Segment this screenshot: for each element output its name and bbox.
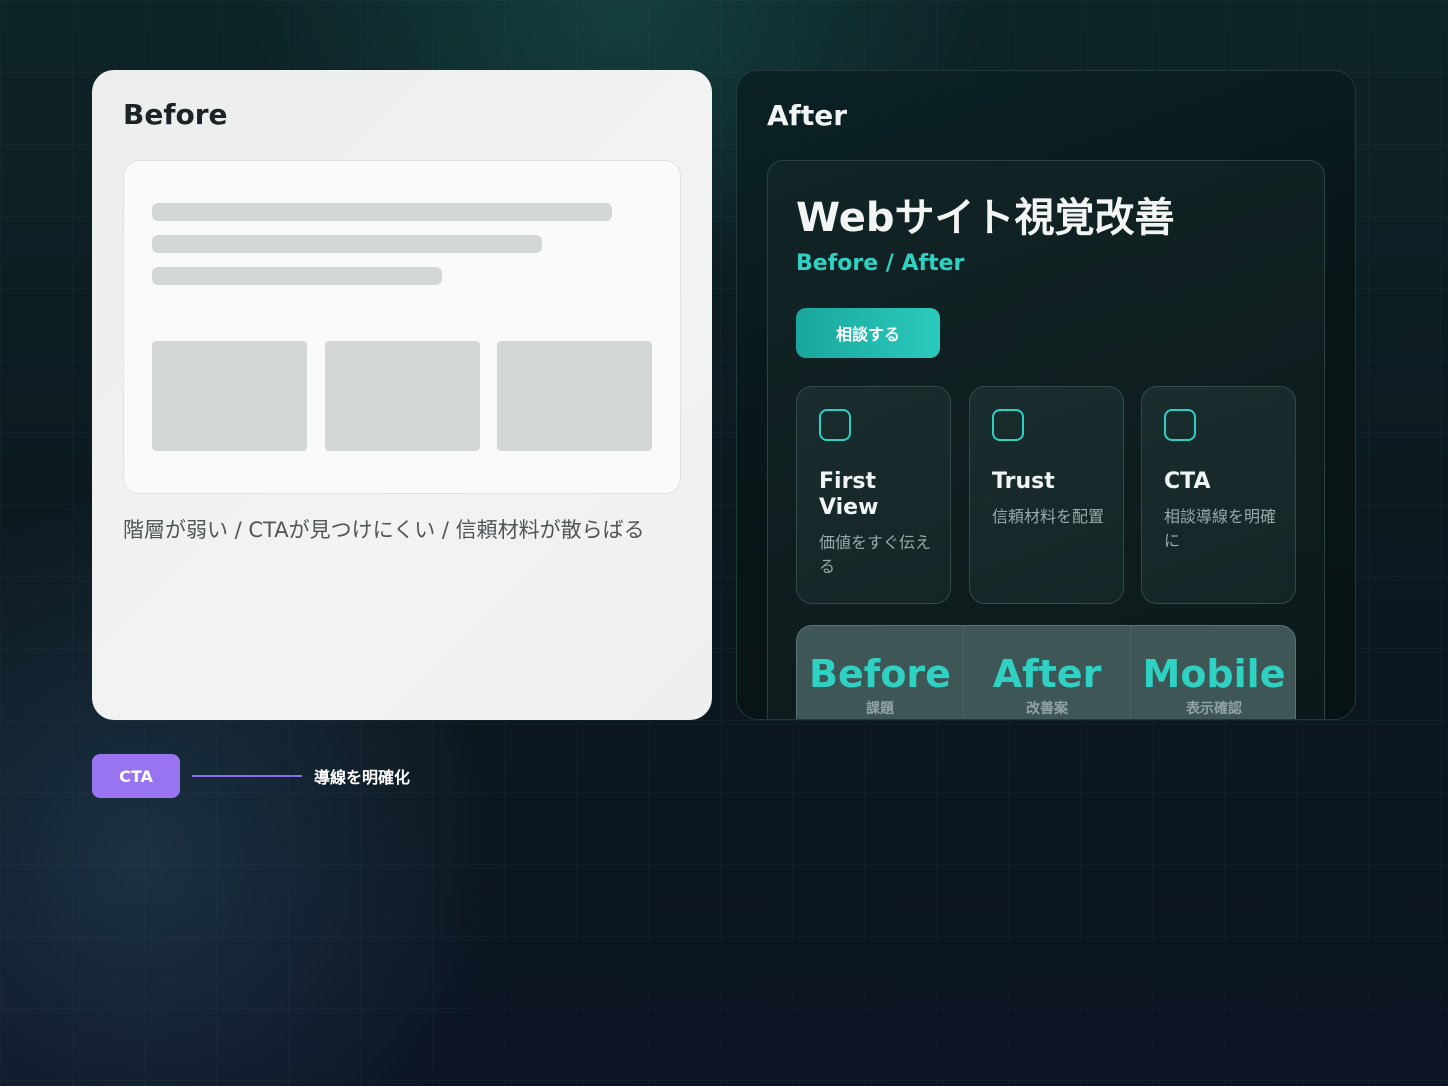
square-outline-icon (992, 409, 1024, 441)
feature-card-first-view[interactable]: First View 価値をすぐ伝える (796, 386, 951, 604)
hero-title: Webサイト視覚改善 (796, 195, 1175, 241)
annotation-label: 導線を明確化 (314, 768, 411, 787)
hero-subtitle: Before / After (796, 251, 965, 276)
skeleton-block (325, 341, 480, 451)
feature-card-description: 相談導線を明確に (1164, 507, 1277, 550)
skeleton-line (152, 235, 542, 253)
after-page-mockup: Webサイト視覚改善 Before / After 相談する First Vie… (767, 160, 1325, 719)
skeleton-block (152, 341, 307, 451)
after-panel: After Webサイト視覚改善 Before / After 相談する Fir… (736, 70, 1356, 720)
square-outline-icon (819, 409, 851, 441)
skeleton-line (152, 203, 612, 221)
feature-card-title: First View (819, 469, 879, 520)
stat-value: After (992, 652, 1102, 696)
cta-annotation-badge: CTA (92, 754, 180, 798)
square-outline-icon (1164, 409, 1196, 441)
skeleton-block (497, 341, 652, 451)
skeleton-line (152, 267, 442, 285)
before-panel-title: Before (123, 98, 228, 131)
stats-bar: Before 課題 After 改善案 Mobile 表示確認 (796, 625, 1296, 719)
stat-label: 表示確認 (1186, 701, 1242, 717)
feature-card-title: Trust (992, 469, 1055, 494)
stat-label: 改善案 (1026, 701, 1068, 717)
stat-before: Before 課題 (797, 626, 963, 719)
annotation-connector-line (192, 775, 302, 777)
consult-cta-button[interactable]: 相談する (796, 308, 940, 358)
stat-value: Before (809, 652, 951, 696)
feature-card-title: CTA (1164, 469, 1211, 494)
before-wireframe-mockup (123, 160, 681, 494)
feature-card-description: 信頼材料を配置 (992, 507, 1105, 526)
stat-value: Mobile (1142, 652, 1286, 696)
stat-mobile: Mobile 表示確認 (1130, 626, 1295, 719)
stat-label: 課題 (866, 701, 894, 717)
feature-card-cta[interactable]: CTA 相談導線を明確に (1141, 386, 1296, 604)
feature-card-description: 価値をすぐ伝える (819, 533, 932, 576)
after-panel-title: After (767, 99, 848, 132)
before-panel: Before 階層が弱い / CTAが見つけにくい / 信頼材料が散らばる (92, 70, 712, 720)
before-issues-caption: 階層が弱い / CTAが見つけにくい / 信頼材料が散らばる (123, 518, 645, 542)
stat-after: After 改善案 (963, 626, 1130, 719)
feature-card-trust[interactable]: Trust 信頼材料を配置 (969, 386, 1124, 604)
